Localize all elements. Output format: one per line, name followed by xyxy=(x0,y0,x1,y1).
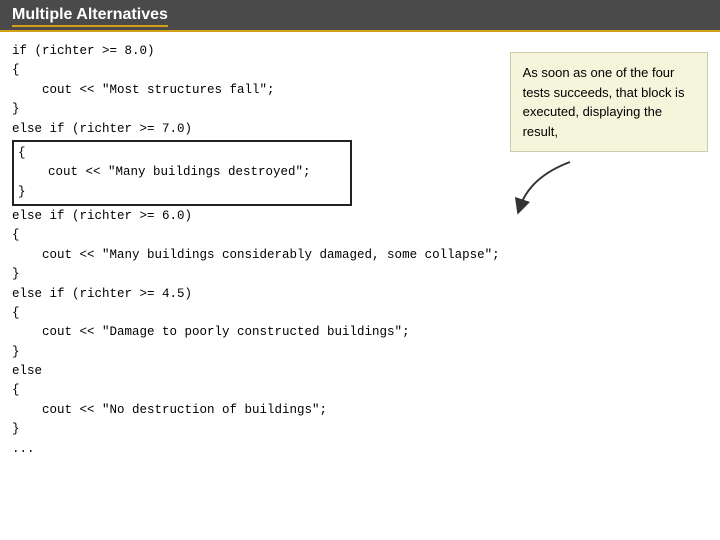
code-line-12: cout << "Damage to poorly constructed bu… xyxy=(12,323,500,342)
code-line-2: { xyxy=(12,61,500,80)
annotation-box: As soon as one of the four tests succeed… xyxy=(510,52,708,152)
hl-line-1: { xyxy=(18,144,346,163)
slide-header: Multiple Alternatives xyxy=(0,0,720,32)
code-line-10: else if (richter >= 4.5) xyxy=(12,285,500,304)
code-line-6: else if (richter >= 6.0) xyxy=(12,207,500,226)
slide-content: if (richter >= 8.0) { cout << "Most stru… xyxy=(0,32,720,469)
annotation-area: As soon as one of the four tests succeed… xyxy=(510,42,708,459)
code-line-17: } xyxy=(12,420,500,439)
annotation-arrow xyxy=(510,157,590,217)
code-line-9: } xyxy=(12,265,500,284)
code-line-11: { xyxy=(12,304,500,323)
hl-line-3: } xyxy=(18,183,346,202)
code-line-5: else if (richter >= 7.0) xyxy=(12,120,500,139)
code-area: if (richter >= 8.0) { cout << "Most stru… xyxy=(12,42,500,459)
code-line-16: cout << "No destruction of buildings"; xyxy=(12,401,500,420)
annotation-text: As soon as one of the four tests succeed… xyxy=(523,65,685,139)
code-line-15: { xyxy=(12,381,500,400)
highlighted-block: { cout << "Many buildings destroyed"; } xyxy=(12,140,352,206)
code-line-1: if (richter >= 8.0) xyxy=(12,42,500,61)
code-line-18: ... xyxy=(12,440,500,459)
code-line-4: } xyxy=(12,100,500,119)
code-line-13: } xyxy=(12,343,500,362)
slide-title: Multiple Alternatives xyxy=(12,6,168,27)
hl-line-2: cout << "Many buildings destroyed"; xyxy=(18,163,346,182)
code-line-14: else xyxy=(12,362,500,381)
code-line-7: { xyxy=(12,226,500,245)
code-line-3: cout << "Most structures fall"; xyxy=(12,81,500,100)
code-line-8: cout << "Many buildings considerably dam… xyxy=(12,246,500,265)
